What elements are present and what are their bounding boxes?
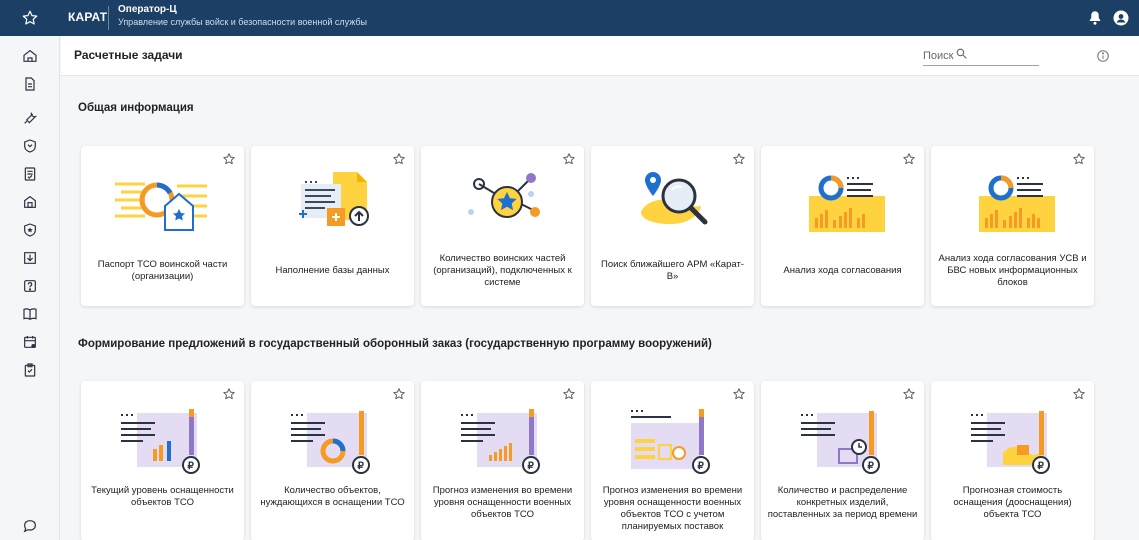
card-label: Анализ хода согласования [783, 265, 902, 276]
card-label: Паспорт ТСО воинской части (организации) [97, 259, 228, 282]
page-title: Расчетные задачи [74, 48, 183, 62]
help-icon[interactable] [20, 276, 40, 296]
task-card[interactable]: ₽ Количество объектов, нуждающихся в осн… [251, 381, 414, 540]
card-label: Количество воинских частей (организаций)… [433, 253, 572, 288]
archive-icon[interactable] [20, 192, 40, 212]
network-star-icon [447, 166, 557, 236]
favorite-star-icon[interactable] [222, 152, 236, 166]
task-card[interactable]: Поиск ближайшего АРМ «Карат-В» [591, 146, 754, 306]
section-title-defense-order: Формирование предложений в государственн… [78, 338, 712, 350]
favorite-star-icon[interactable] [1072, 152, 1086, 166]
card-label: Прогнозная стоимость оснащения (дооснаще… [953, 485, 1072, 520]
report-trend-icon: ₽ [447, 409, 557, 479]
report-clock-icon: ₽ [617, 409, 727, 479]
card-label: Количество объектов, нуждающихся в оснащ… [260, 485, 405, 508]
favorite-star-icon[interactable] [732, 387, 746, 401]
operator-subtitle: Управление службы войск и безопасности в… [118, 17, 367, 27]
shield-icon[interactable] [20, 136, 40, 156]
favorite-star-icon[interactable] [562, 387, 576, 401]
card-label: Поиск ближайшего АРМ «Карат-В» [601, 259, 744, 282]
bell-icon[interactable] [1086, 9, 1104, 27]
building-chart-icon [107, 166, 217, 236]
search-box[interactable] [923, 46, 1039, 66]
report-money-icon: ₽ [957, 409, 1067, 479]
task-card[interactable]: ₽ Прогнозная стоимость оснащения (доосна… [931, 381, 1094, 540]
card-label: Прогноз изменения во времени уровня осна… [602, 485, 743, 532]
clipboard-icon[interactable] [20, 360, 40, 380]
favorite-star-icon[interactable] [902, 387, 916, 401]
top-bar: КАРАТ Оператор-Ц Управление службы войск… [0, 0, 1139, 36]
task-card[interactable]: Анализ хода согласования [761, 146, 924, 306]
brand-divider [108, 6, 109, 30]
operator-info: Оператор-Ц Управление службы войск и без… [118, 4, 367, 28]
task-card[interactable]: ₽ Количество и распределение конкретных … [761, 381, 924, 540]
sidebar [0, 36, 60, 540]
download-icon[interactable] [20, 248, 40, 268]
svg-text:₽: ₽ [188, 461, 195, 472]
report-box-clock-icon: ₽ [787, 409, 897, 479]
svg-text:₽: ₽ [358, 461, 365, 472]
card-label: Прогноз изменения во времени уровня осна… [432, 485, 573, 520]
card-label: Количество и распределение конкретных из… [767, 485, 918, 520]
donut-bars-icon [957, 166, 1067, 236]
donut-bars-icon [787, 166, 897, 236]
map-search-icon [617, 166, 727, 236]
task-card[interactable]: Количество воинских частей (организаций)… [421, 146, 584, 306]
operator-title: Оператор-Ц [118, 4, 177, 15]
star-shield-icon[interactable] [20, 220, 40, 240]
svg-text:₽: ₽ [698, 461, 705, 472]
search-icon[interactable] [955, 47, 968, 65]
favorites-star-icon[interactable] [0, 0, 60, 36]
card-label: Наполнение базы данных [275, 265, 390, 276]
report-donut-icon: ₽ [277, 409, 387, 479]
favorite-star-icon[interactable] [392, 387, 406, 401]
svg-text:₽: ₽ [1038, 461, 1045, 472]
task-card[interactable]: Анализ хода согласования УСВ и БВС новых… [931, 146, 1094, 306]
card-label: Анализ хода согласования УСВ и БВС новых… [938, 253, 1087, 288]
wrench-icon[interactable] [20, 108, 40, 128]
svg-text:₽: ₽ [868, 461, 875, 472]
favorite-star-icon[interactable] [392, 152, 406, 166]
calendar-icon[interactable] [20, 332, 40, 352]
task-card[interactable]: ₽ Текущий уровень оснащенности объектов … [81, 381, 244, 540]
checklist-icon[interactable] [20, 164, 40, 184]
task-card[interactable]: ₽ Прогноз изменения во времени уровня ос… [421, 381, 584, 540]
favorite-star-icon[interactable] [732, 152, 746, 166]
documents-upload-icon [277, 166, 387, 236]
report-bars-icon: ₽ [107, 409, 217, 479]
app-brand[interactable]: КАРАТ [68, 10, 107, 24]
task-card[interactable]: ₽ Прогноз изменения во времени уровня ос… [591, 381, 754, 540]
favorite-star-icon[interactable] [902, 152, 916, 166]
svg-text:₽: ₽ [528, 461, 535, 472]
card-label: Текущий уровень оснащенности объектов ТС… [91, 485, 234, 508]
task-card[interactable]: Наполнение базы данных [251, 146, 414, 306]
page-header: Расчетные задачи [61, 36, 1139, 76]
user-account-icon[interactable] [1112, 9, 1130, 27]
home-icon[interactable] [20, 46, 40, 66]
task-card[interactable]: Паспорт ТСО воинской части (организации) [81, 146, 244, 306]
section-title-general: Общая информация [78, 102, 194, 114]
book-icon[interactable] [20, 304, 40, 324]
favorite-star-icon[interactable] [562, 152, 576, 166]
chat-icon[interactable] [20, 516, 40, 536]
document-icon[interactable] [20, 74, 40, 94]
favorite-star-icon[interactable] [1072, 387, 1086, 401]
favorite-star-icon[interactable] [222, 387, 236, 401]
info-icon[interactable] [1096, 49, 1110, 68]
